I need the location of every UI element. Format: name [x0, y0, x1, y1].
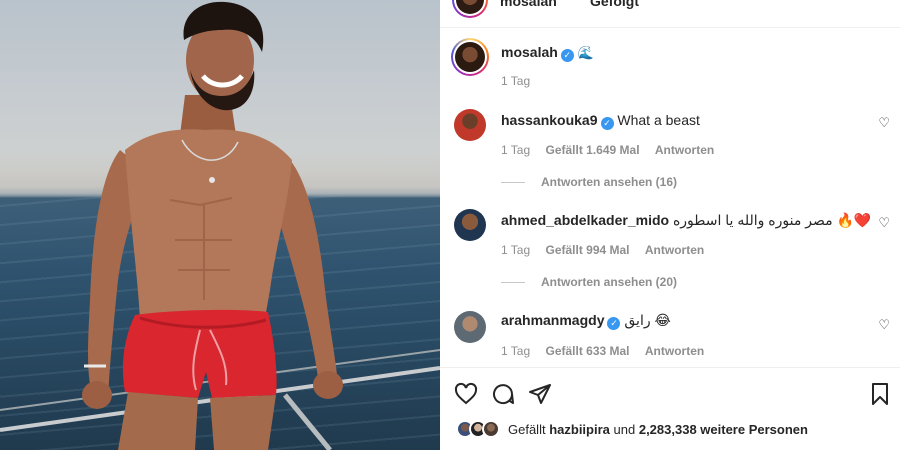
comment-username[interactable]: ahmed_abdelkader_mido: [501, 212, 669, 228]
header-username[interactable]: mosalah: [500, 0, 557, 9]
likes-prefix: Gefällt: [508, 422, 546, 437]
comment-username[interactable]: arahmanmagdy: [501, 312, 604, 328]
heart-icon[interactable]: [454, 382, 478, 406]
comment-like-heart-icon[interactable]: ♡: [878, 115, 890, 131]
action-bar: [440, 367, 900, 417]
comment-time[interactable]: 1 Tag: [501, 243, 530, 257]
comment-like-heart-icon[interactable]: ♡: [878, 317, 890, 333]
share-icon[interactable]: [528, 382, 552, 406]
more-options-icon[interactable]: ···: [867, 0, 886, 8]
comment-text: رايق 😂: [624, 312, 671, 328]
comment-time[interactable]: 1 Tag: [501, 344, 530, 358]
comment-likes[interactable]: Gefällt 633 Mal: [545, 344, 629, 358]
person-figure: [0, 1, 440, 450]
view-replies-button[interactable]: Antworten ansehen (20): [501, 275, 677, 289]
caption-avatar[interactable]: [451, 38, 489, 76]
bookmark-icon[interactable]: [868, 382, 892, 406]
caption-username[interactable]: mosalah: [501, 44, 558, 60]
likes-middle: und: [613, 422, 636, 437]
comment-icon[interactable]: [491, 382, 515, 406]
verified-icon: ✓: [600, 117, 614, 130]
comment-like-heart-icon[interactable]: ♡: [878, 215, 890, 231]
commenter-avatar[interactable]: [454, 311, 486, 343]
liker-username[interactable]: hazbiipira: [549, 422, 610, 437]
reply-button[interactable]: Antworten: [645, 243, 704, 257]
header-avatar[interactable]: [452, 0, 488, 18]
post-photo[interactable]: [0, 0, 440, 450]
post-header: mosalah Gefolgt ···: [440, 0, 900, 28]
comment-text: What a beast: [617, 112, 700, 128]
comment-item: hassankouka9 ✓ What a beast 1 Tag Gefällt…: [440, 109, 900, 189]
comment-username[interactable]: hassankouka9: [501, 112, 598, 128]
view-replies-button[interactable]: Antworten ansehen (16): [501, 175, 677, 189]
commenter-avatar[interactable]: [454, 209, 486, 241]
commenter-avatar[interactable]: [454, 109, 486, 141]
comment-likes[interactable]: Gefällt 994 Mal: [545, 243, 629, 257]
follow-status[interactable]: Gefolgt: [590, 0, 639, 9]
likes-count[interactable]: 2,283,338 weitere Personen: [639, 422, 808, 437]
caption-time[interactable]: 1 Tag: [501, 74, 530, 88]
comment-likes[interactable]: Gefällt 1.649 Mal: [545, 143, 639, 157]
caption-text: 🌊: [577, 45, 594, 60]
comments-scroll[interactable]: mosalah ✓ 🌊 1 Tag hassankouka9 ✓ What a be…: [440, 29, 900, 367]
verified-icon: ✓: [560, 49, 574, 62]
verified-icon: ✓: [607, 317, 621, 330]
reply-button[interactable]: Antworten: [655, 143, 714, 157]
liker-avatars[interactable]: [456, 420, 506, 440]
comment-item: arahmanmagdy ✓ رايق 😂 1 Tag Gefällt 633 M…: [440, 311, 900, 361]
caption: mosalah ✓ 🌊 1 Tag: [440, 38, 900, 98]
likes-summary: Gefällt hazbiipira und 2,283,338 weitere…: [440, 417, 900, 445]
post-panel: mosalah Gefolgt ··· mosalah✓ 🌊 1 Tag has…: [440, 0, 900, 450]
comment-text: مصر منوره والله يا اسطوره 🔥❤️: [672, 212, 872, 228]
comment-item: ahmed_abdelkader_mido مصر منوره والله يا…: [440, 209, 900, 289]
follow-status-label: Gefolgt: [590, 0, 639, 9]
reply-button[interactable]: Antworten: [645, 344, 704, 358]
comment-time[interactable]: 1 Tag: [501, 143, 530, 157]
